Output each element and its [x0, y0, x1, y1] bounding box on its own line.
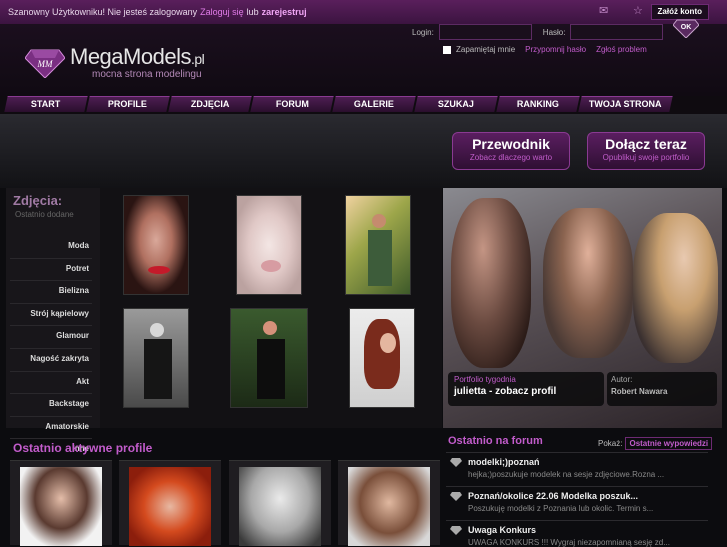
- remember-label: Zapamiętaj mnie: [456, 45, 516, 54]
- category-akt[interactable]: Akt: [10, 372, 92, 395]
- nav-zdjecia[interactable]: ZDJĘCIA: [168, 96, 252, 112]
- category-moda[interactable]: Moda: [10, 236, 92, 259]
- nav-forum[interactable]: FORUM: [250, 96, 334, 112]
- profile-photo[interactable]: [20, 467, 102, 546]
- photo-thumb[interactable]: [123, 195, 189, 295]
- greeting-text: Szanowny Użytkowniku! Nie jesteś zalogow…: [8, 7, 198, 17]
- password-label: Hasło:: [542, 27, 566, 37]
- forum-divider: [446, 520, 708, 521]
- author-label: Autor:: [611, 375, 633, 384]
- category-glamour[interactable]: Glamour: [10, 326, 92, 349]
- ok-label: OK: [681, 24, 692, 31]
- brand-suffix: .pl: [190, 51, 205, 67]
- forum-item-desc: UWAGA KONKURS !!! Wygraj niezapomnianą s…: [468, 538, 670, 547]
- forum-title: Ostatnio na forum: [448, 435, 543, 447]
- or-text: lub: [246, 7, 259, 17]
- login-input[interactable]: [438, 24, 532, 40]
- nav-twoja-strona[interactable]: TWOJA STRONA: [578, 96, 673, 112]
- forum-item-desc: Poszukuję modelki z Poznania lub okolic.…: [468, 504, 654, 513]
- login-label: Login:: [412, 27, 434, 37]
- ok-button[interactable]: OK: [672, 18, 700, 39]
- register-link[interactable]: zarejestruj: [262, 7, 307, 17]
- profile-card[interactable]: [338, 460, 440, 546]
- mail-icon[interactable]: ✉: [599, 5, 613, 17]
- category-stroj-kapielowy[interactable]: Strój kąpielowy: [10, 304, 92, 327]
- forum-item-title[interactable]: modelki;)poznań: [468, 457, 540, 467]
- portfolio-of-week-caption[interactable]: Portfolio tygodnia julietta - zobacz pro…: [448, 372, 604, 406]
- forum-divider: [446, 452, 708, 453]
- forum-item[interactable]: Uwaga Konkurs UWAGA KONKURS !!! Wygraj n…: [450, 525, 710, 547]
- photo-thumb[interactable]: [345, 195, 411, 295]
- category-backstage[interactable]: Backstage: [10, 394, 92, 417]
- logo-mark-text: MM: [37, 59, 53, 69]
- photo-grid: [100, 188, 442, 428]
- guide-button[interactable]: Przewodnik Zobacz dlaczego warto: [452, 132, 570, 170]
- guide-title: Przewodnik: [472, 136, 550, 152]
- join-subtitle: Opublikuj swoje portfolio: [602, 153, 690, 162]
- category-nagosc-zakryta[interactable]: Nagość zakryta: [10, 349, 92, 372]
- remember-checkbox[interactable]: [443, 45, 451, 54]
- show-select[interactable]: Ostatnie wypowiedzi: [625, 437, 713, 450]
- profile-card[interactable]: [10, 460, 112, 546]
- category-list: Moda Potret Bielizna Strój kąpielowy Gla…: [10, 236, 92, 462]
- nav-ranking[interactable]: RANKING: [496, 96, 580, 112]
- category-bielizna[interactable]: Bielizna: [10, 281, 92, 304]
- diamond-bullet-icon: [450, 492, 462, 501]
- portfolio-label: Portfolio tygodnia: [454, 375, 516, 384]
- profile-photo[interactable]: [129, 467, 211, 546]
- nav-start[interactable]: START: [4, 96, 88, 112]
- forgot-password-link[interactable]: Przypomnij hasło: [525, 45, 586, 54]
- login-link[interactable]: Zaloguj się: [200, 7, 244, 17]
- nav-galerie[interactable]: GALERIE: [332, 96, 416, 112]
- recent-profiles-title: Ostatnio aktywne profile: [13, 441, 153, 455]
- remember-row: Zapamiętaj mnie Przypomnij hasło Zgłoś p…: [443, 45, 647, 54]
- password-input[interactable]: [570, 24, 664, 40]
- slogan: mocna strona modelingu: [92, 69, 202, 80]
- show-label: Pokaż:: [598, 439, 623, 448]
- diamond-bullet-icon: [450, 458, 462, 467]
- top-bar: Szanowny Użytkowniku! Nie jesteś zalogow…: [0, 0, 727, 24]
- forum-item-title[interactable]: Poznań/okolice 22.06 Modelka poszuk...: [468, 491, 638, 501]
- login-form: Login: Hasło:: [412, 24, 664, 40]
- forum-divider: [446, 486, 708, 487]
- profile-card[interactable]: [229, 460, 331, 546]
- profile-photo[interactable]: [348, 467, 430, 546]
- join-button[interactable]: Dołącz teraz Opublikuj swoje portfolio: [587, 132, 705, 170]
- nav-szukaj[interactable]: SZUKAJ: [414, 96, 498, 112]
- photo-thumb[interactable]: [123, 308, 189, 408]
- join-title: Dołącz teraz: [605, 136, 687, 152]
- photo-thumb[interactable]: [230, 308, 308, 408]
- main-nav: START PROFILE ZDJĘCIA FORUM GALERIE SZUK…: [0, 96, 727, 114]
- photos-subtitle: Ostatnio dodane: [15, 210, 74, 219]
- photo-thumb[interactable]: [236, 195, 302, 295]
- forum-item-title[interactable]: Uwaga Konkurs: [468, 525, 536, 535]
- guide-subtitle: Zobacz dlaczego warto: [469, 153, 553, 162]
- profile-photo[interactable]: [239, 467, 321, 546]
- site-logo[interactable]: MM MegaModels.pl mocna strona modelingu: [24, 44, 205, 80]
- photos-title: Zdjęcia:: [13, 193, 63, 208]
- brand-name: MegaModels: [70, 44, 191, 69]
- forum-filter: Pokaż: Ostatnie wypowiedzi: [598, 437, 713, 450]
- author-box: Autor: Robert Nawara: [607, 372, 717, 406]
- author-name[interactable]: Robert Nawara: [611, 387, 713, 396]
- forum-item-desc: hejka;)poszukuje modelek na sesje zdjęci…: [468, 470, 665, 479]
- profile-card[interactable]: [119, 460, 221, 546]
- category-potret[interactable]: Potret: [10, 259, 92, 282]
- photo-thumb[interactable]: [349, 308, 415, 408]
- portfolio-link[interactable]: julietta - zobacz profil: [454, 386, 598, 397]
- diamond-logo-icon: MM: [24, 48, 66, 79]
- category-amatorskie[interactable]: Amatorskie: [10, 417, 92, 440]
- forum-item[interactable]: Poznań/okolice 22.06 Modelka poszuk... P…: [450, 491, 710, 513]
- nav-profile[interactable]: PROFILE: [86, 96, 170, 112]
- forum-item[interactable]: modelki;)poznań hejka;)poszukuje modelek…: [450, 457, 710, 479]
- diamond-bullet-icon: [450, 526, 462, 535]
- star-icon[interactable]: ☆: [633, 5, 647, 17]
- hero-band: Przewodnik Zobacz dlaczego warto Dołącz …: [0, 114, 727, 188]
- report-problem-link[interactable]: Zgłoś problem: [596, 45, 647, 54]
